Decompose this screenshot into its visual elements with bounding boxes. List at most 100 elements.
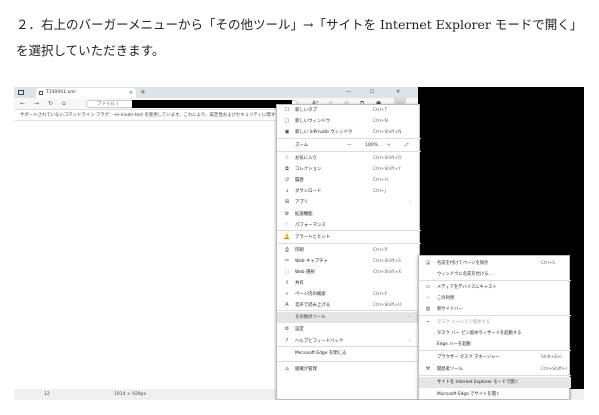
submenu-item[interactable]: Microsoft Edge でサイトを開く [419, 389, 571, 400]
menu-item-collections[interactable]: ⧉ コレクション Ctrl+Shift+Y [277, 164, 421, 175]
menu-item-label: その他のツール [295, 315, 326, 320]
menu-item-download[interactable]: ↓ ダウンロード Ctrl+J [277, 186, 421, 197]
pin-taskbar-icon: ⌁ [426, 319, 430, 325]
menu-item-apps[interactable]: ⊞ アプリ › [277, 197, 421, 208]
submenu-item-label: 新サイドバー [437, 307, 463, 312]
menu-item-favorites[interactable]: ☆ お気に入り Ctrl+Shift+O [277, 153, 421, 164]
document-icon [39, 91, 43, 95]
favorites-icon: ☆ [284, 155, 290, 161]
menu-item-label: Web 選択 [295, 270, 315, 275]
home-icon[interactable]: ⌂ [62, 98, 66, 110]
extensions-icon: ⚙ [284, 211, 290, 217]
submenu-item-label: Edge バーを起動 [437, 342, 471, 347]
menu-item-shortcut: Ctrl+F [373, 292, 388, 297]
new-tab-button[interactable]: + [140, 87, 146, 98]
menu-item-settings[interactable]: ⚙ 設定 [277, 324, 421, 335]
apps-icon: ⊞ [284, 199, 290, 205]
menu-item-label: ダウンロード [295, 189, 322, 194]
submenu-item[interactable]: ブラウザー タスク マネージャー Shift+Esc [419, 352, 571, 363]
chevron-right-icon: › [409, 315, 411, 320]
submenu-item[interactable]: ▭ メディアをデバイスにキャスト [419, 282, 571, 293]
menu-item-extensions[interactable]: ⚙ 拡張機能 [277, 209, 421, 220]
close-window-button[interactable]: ✕ [396, 87, 400, 98]
dev-tools-icon: ⚒ [425, 366, 431, 372]
menu-item-find[interactable]: ⌕ ページ内の検索 Ctrl+F [277, 289, 421, 300]
open-in-ie-mode-item[interactable]: サイトを Internet Explorer モードで開く [419, 377, 571, 388]
browser-screenshot: T140001.xml × + — ☐ ✕ ← → ↻ ⌂ ファイル | Aᵃ … [14, 87, 584, 400]
zoom-value: 100% [365, 143, 379, 148]
status-dimensions: 1914 × 929px [114, 392, 147, 397]
menu-item-close-edge[interactable]: Microsoft Edge を閉じる [277, 348, 421, 359]
submenu-item-label: タスク バーにピン留めする [437, 320, 490, 325]
submenu-item[interactable]: タスク バー ピン留めウィザードを起動する [419, 328, 571, 339]
collections-icon: ⧉ [285, 166, 289, 172]
zoom-out-button[interactable]: — [347, 140, 352, 151]
browser-tab[interactable]: T140001.xml × [36, 88, 136, 98]
submenu-item[interactable]: ▥ 新サイドバー [419, 304, 571, 315]
redacted-url [132, 100, 292, 108]
menu-item-shortcut: Ctrl+Shift+N [373, 130, 402, 135]
menu-item-label: 拡張機能 [295, 212, 313, 217]
submenu-item-label: ブラウザー タスク マネージャー [437, 355, 500, 360]
submenu-item-label: メディアをデバイスにキャスト [437, 285, 497, 290]
menu-item-web-capture[interactable]: ✂ Web キャプチャ Ctrl+Shift+S [277, 256, 421, 267]
menu-item-shortcut: Ctrl+Shift+X [373, 270, 402, 275]
address-info-label: ファイル | [97, 102, 118, 107]
refresh-icon[interactable]: ↻ [48, 98, 53, 110]
menu-item-new-window[interactable]: ▢ 新しいウィンドウ Ctrl+N [277, 116, 421, 127]
menu-item-web-select[interactable]: ⬚ Web 選択 Ctrl+Shift+X [277, 267, 421, 278]
tab-close-icon[interactable]: × [129, 88, 133, 98]
submenu-item-label: 開発者ツール [437, 367, 463, 372]
settings-icon: ⚙ [284, 326, 290, 332]
menu-item-label: Web キャプチャ [295, 259, 328, 264]
menu-item-new-tab[interactable]: ☐ 新しいタブ Ctrl+T [277, 105, 421, 116]
submenu-item-label: タスク バー ピン留めウィザードを起動する [437, 331, 522, 336]
submenu-item-label: 名前を付けてページを保存 [437, 261, 489, 266]
window-menu-icon[interactable] [18, 90, 24, 95]
menu-item-label: お気に入り [295, 156, 317, 161]
menu-item-print[interactable]: ⎙ 印刷 Ctrl+P [277, 245, 421, 256]
menu-separator [277, 243, 421, 244]
submenu-item[interactable]: ⚒ 開発者ツール Ctrl+Shift+I [419, 364, 571, 375]
zoom-in-button[interactable]: + [387, 140, 391, 151]
chevron-right-icon: › [409, 200, 411, 205]
menu-item-shortcut: Ctrl+T [373, 108, 388, 113]
menu-item-label: 共有 [295, 281, 304, 286]
submenu-item-shortcut: Ctrl+S [541, 261, 555, 266]
submenu-separator [419, 375, 571, 376]
new-tab-icon: ☐ [284, 107, 290, 113]
find-icon: ⌕ [285, 291, 289, 297]
print-icon: ⎙ [284, 247, 289, 253]
menu-item-history[interactable]: ↺ 履歴 Ctrl+H [277, 175, 421, 186]
menu-item-shortcut: Ctrl+Shift+O [373, 156, 402, 161]
menu-item-share[interactable]: ⇪ 共有 [277, 278, 421, 289]
menu-item-alerts[interactable]: 🔔 アラートとヒント [277, 232, 421, 243]
cast-icon: ▭ [425, 284, 431, 290]
menu-item-managed[interactable]: ⌂ 組織が管理 [277, 364, 421, 375]
menu-separator [277, 151, 421, 152]
menu-item-label: Microsoft Edge を閉じる [295, 351, 347, 356]
maximize-button[interactable]: ☐ [370, 87, 374, 98]
minimize-button[interactable]: — [346, 87, 351, 98]
status-left: 12 [44, 392, 50, 397]
menu-item-more-tools[interactable]: その他のツール › [277, 312, 421, 323]
zoom-label: ズーム [295, 143, 309, 148]
forward-icon[interactable]: → [34, 98, 39, 110]
submenu-separator [419, 315, 571, 316]
menu-item-label: コレクション [295, 167, 322, 172]
submenu-item[interactable]: ⁙ この利用 [419, 293, 571, 304]
menu-item-shortcut: Ctrl+N [373, 119, 388, 124]
back-icon[interactable]: ← [20, 98, 25, 110]
menu-item-label: 新しいウィンドウ [295, 119, 331, 124]
menu-item-inprivate[interactable]: ▣ 新しい InPrivate ウィンドウ Ctrl+Shift+N [277, 127, 421, 138]
menu-item-shortcut: Ctrl+J [373, 189, 386, 194]
submenu-separator [419, 280, 571, 281]
alerts-icon: 🔔 [283, 234, 291, 240]
qr-icon: ⁙ [425, 295, 431, 301]
submenu-item[interactable]: ウィンドウに名前を付ける... [419, 269, 571, 280]
submenu-item[interactable]: 🖫 名前を付けてページを保存 Ctrl+S [419, 258, 571, 269]
submenu-item[interactable]: ⌁ タスク バーにピン留めする [419, 317, 571, 328]
submenu-item[interactable]: Edge バーを起動 [419, 339, 571, 350]
menu-item-label: 新しいタブ [295, 108, 317, 113]
fullscreen-icon[interactable]: ⤢ [405, 140, 409, 151]
